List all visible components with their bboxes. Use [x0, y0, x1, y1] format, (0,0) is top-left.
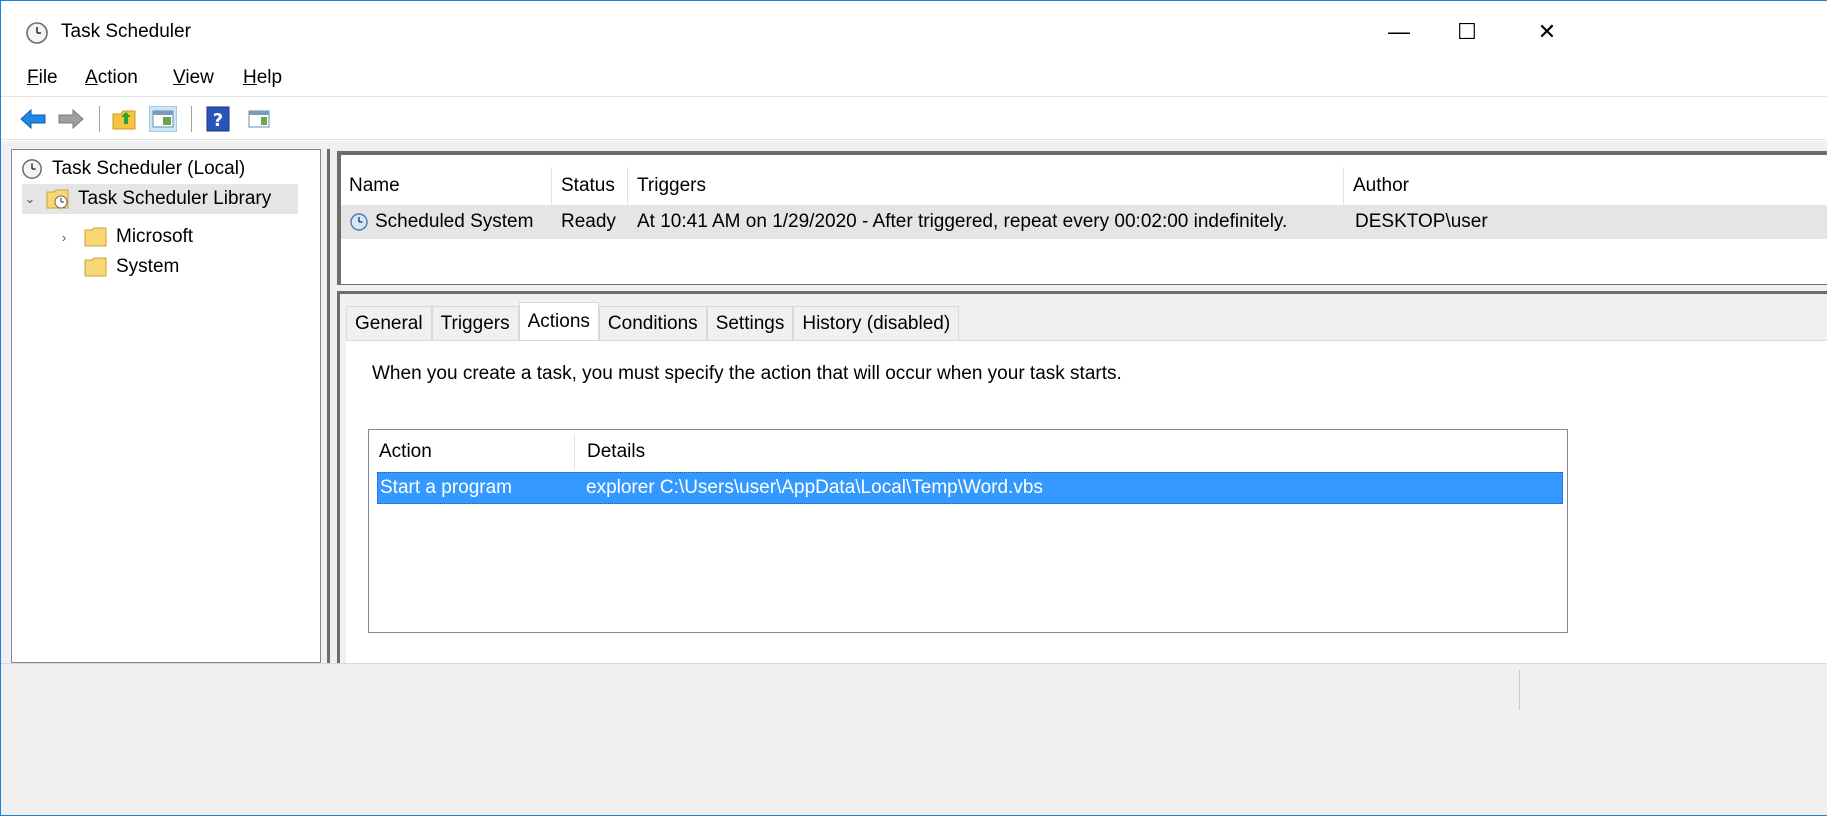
- chevron-down-icon[interactable]: ⌄: [22, 191, 38, 207]
- toolbar-separator: [191, 106, 192, 132]
- column-divider[interactable]: [551, 167, 552, 205]
- tab-history[interactable]: History (disabled): [793, 306, 960, 340]
- tab-actions[interactable]: Actions: [518, 302, 599, 340]
- task-details-pane: General Triggers Actions Conditions Sett…: [337, 291, 1827, 666]
- column-header-status[interactable]: Status: [553, 167, 627, 205]
- menu-view[interactable]: View: [173, 67, 214, 89]
- table-row[interactable]: Scheduled System Ready At 10:41 AM on 1/…: [341, 205, 1827, 239]
- main-area: Task Scheduler (Local) ⌄ Task Scheduler …: [1, 141, 1827, 666]
- tab-strip: General Triggers Actions Conditions Sett…: [346, 302, 960, 340]
- close-button[interactable]: ✕: [1517, 9, 1577, 55]
- column-divider[interactable]: [627, 167, 628, 205]
- tree-label: Task Scheduler (Local): [52, 158, 246, 179]
- window-title: Task Scheduler: [61, 21, 191, 42]
- clock-icon: [26, 22, 48, 44]
- svg-text:?: ?: [213, 110, 223, 131]
- menu-action[interactable]: Action: [85, 67, 138, 89]
- tab-settings[interactable]: Settings: [706, 306, 794, 340]
- clock-icon: [350, 213, 368, 231]
- folder-clock-icon: [46, 189, 69, 209]
- pane-splitter-line: [327, 149, 330, 663]
- toolbar: ?: [1, 98, 1827, 140]
- column-divider[interactable]: [574, 434, 575, 470]
- tree-label: System: [116, 256, 180, 277]
- title-bar[interactable]: Task Scheduler — ☐ ✕: [1, 1, 1827, 63]
- folder-icon: [84, 257, 107, 277]
- help-icon[interactable]: ?: [205, 106, 233, 132]
- column-header-action[interactable]: Action: [369, 434, 432, 470]
- actions-list: Action Details Start a program explorer …: [368, 429, 1568, 633]
- action-details-cell: explorer C:\Users\user\AppData\Local\Tem…: [586, 477, 1043, 498]
- task-triggers-cell: At 10:41 AM on 1/29/2020 - After trigger…: [637, 211, 1288, 232]
- status-bar-divider: [1519, 670, 1520, 710]
- tab-general[interactable]: General: [346, 306, 432, 340]
- task-list-frame: Name Status Triggers Author Scheduled Sy…: [338, 152, 1827, 284]
- chevron-right-icon[interactable]: ›: [56, 230, 72, 245]
- menu-help[interactable]: Help: [243, 67, 282, 89]
- actions-description: When you create a task, you must specify…: [372, 363, 1122, 384]
- folder-icon: [84, 227, 107, 247]
- task-scheduler-window: Task Scheduler — ☐ ✕ File Action View He…: [0, 0, 1827, 816]
- tab-triggers[interactable]: Triggers: [431, 306, 519, 340]
- tree-label: Microsoft: [116, 226, 194, 247]
- task-name-cell: Scheduled System: [349, 205, 533, 239]
- table-row[interactable]: Start a program explorer C:\Users\user\A…: [377, 472, 1563, 504]
- column-header-triggers[interactable]: Triggers: [629, 167, 1343, 205]
- tree-item-microsoft[interactable]: › Microsoft: [56, 222, 193, 252]
- action-type-cell: Start a program: [380, 477, 512, 498]
- status-bar: [1, 663, 1827, 815]
- tree-item-task-scheduler-library[interactable]: ⌄ Task Scheduler Library: [22, 184, 298, 214]
- tree-item-system[interactable]: System: [84, 252, 179, 282]
- minimize-button[interactable]: —: [1369, 9, 1429, 55]
- column-header-author[interactable]: Author: [1345, 167, 1645, 205]
- toolbar-separator: [99, 106, 100, 132]
- maximize-button[interactable]: ☐: [1437, 9, 1497, 55]
- show-hide-console-tree-icon[interactable]: [149, 106, 177, 132]
- folder-up-icon[interactable]: [111, 106, 139, 132]
- column-header-details[interactable]: Details: [577, 434, 645, 470]
- column-header-name[interactable]: Name: [341, 167, 551, 205]
- show-hide-action-pane-icon[interactable]: [245, 106, 273, 132]
- back-arrow-icon[interactable]: [19, 106, 47, 132]
- tree-label: Task Scheduler Library: [78, 188, 272, 209]
- column-divider[interactable]: [1343, 167, 1344, 205]
- task-author-cell: DESKTOP\user: [1355, 211, 1488, 232]
- menu-bar: File Action View Help: [1, 63, 1827, 97]
- tab-conditions[interactable]: Conditions: [598, 306, 707, 340]
- clock-icon: [22, 159, 42, 179]
- forward-arrow-icon[interactable]: [57, 106, 85, 132]
- task-list: Name Status Triggers Author Scheduled Sy…: [337, 151, 1827, 285]
- task-status-cell: Ready: [561, 211, 616, 232]
- actions-tab-content: When you create a task, you must specify…: [346, 340, 1827, 666]
- console-tree: Task Scheduler (Local) ⌄ Task Scheduler …: [11, 149, 321, 663]
- tree-item-task-scheduler-local[interactable]: Task Scheduler (Local): [20, 154, 245, 184]
- menu-file[interactable]: File: [27, 67, 58, 89]
